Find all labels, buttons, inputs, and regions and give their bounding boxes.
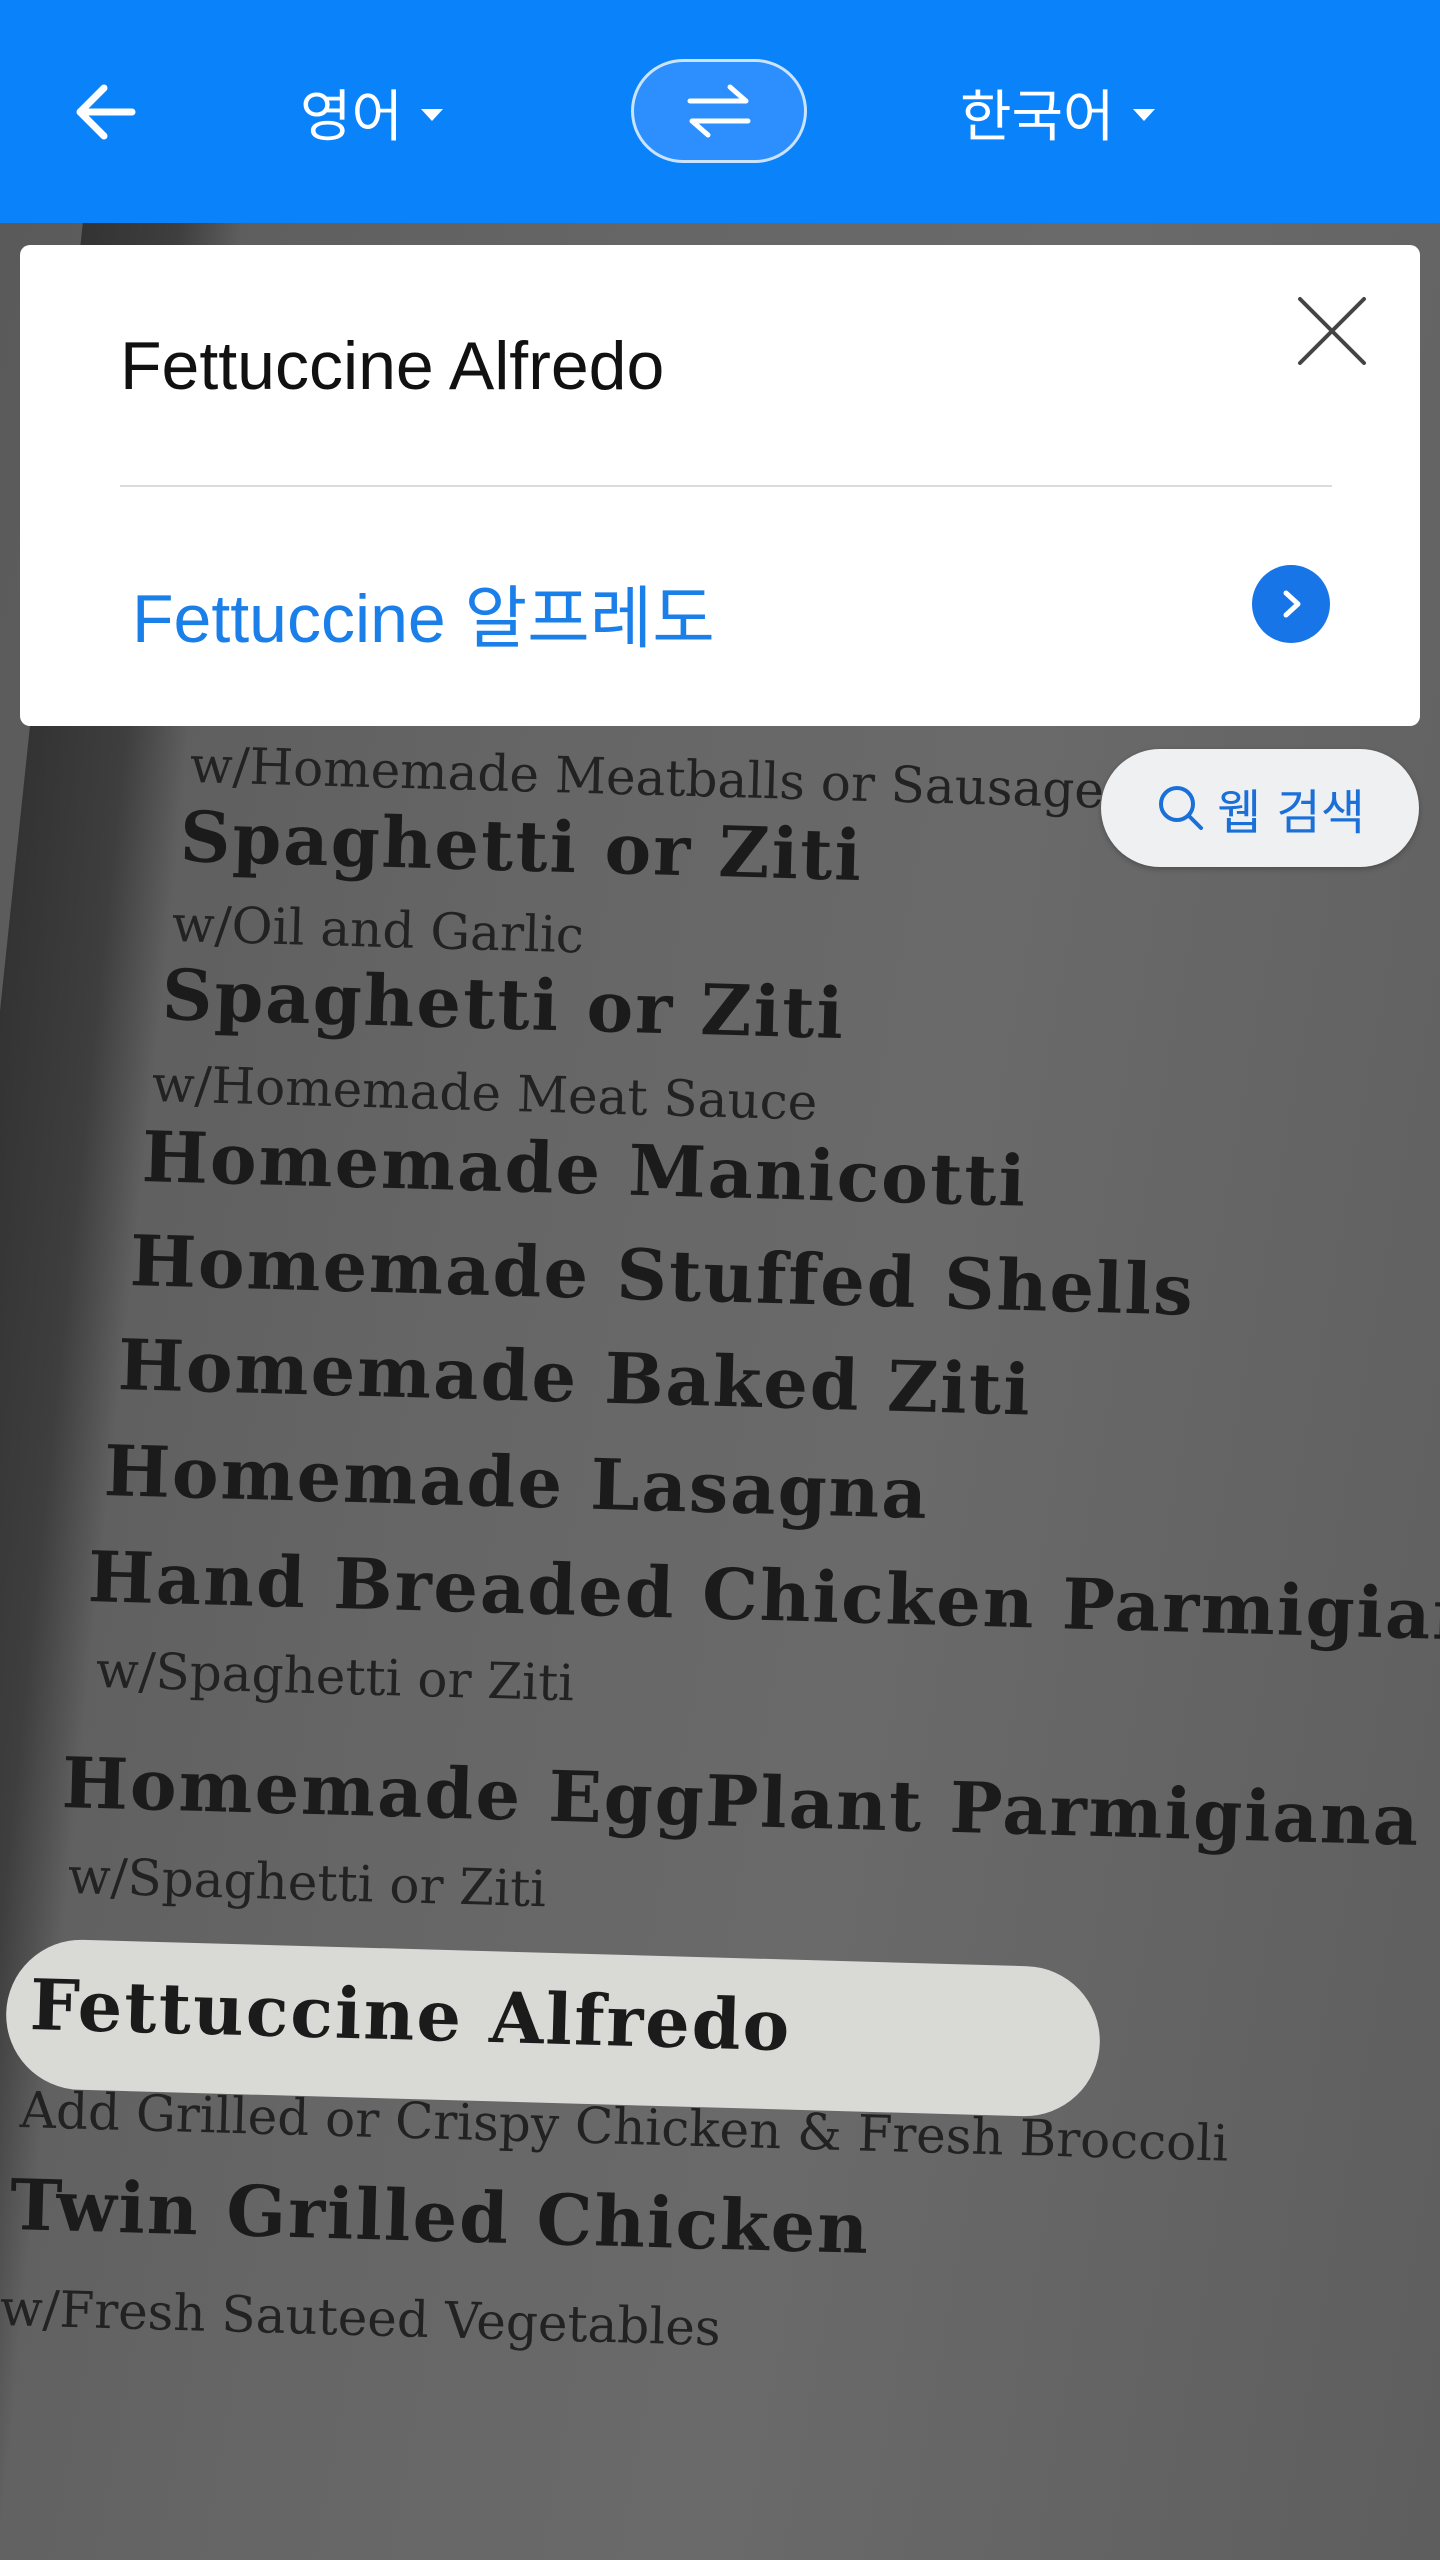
close-icon: [1298, 297, 1366, 365]
menu-line: Homemade Baked Ziti: [116, 1323, 1034, 1432]
divider: [120, 485, 1332, 487]
menu-line: w/Spaghetti or Ziti: [67, 1847, 547, 1919]
target-language-label: 한국어: [960, 84, 1115, 150]
web-search-button[interactable]: 웹 검색: [1101, 749, 1419, 867]
chevron-right-icon: [1283, 590, 1301, 618]
back-button[interactable]: [68, 72, 148, 152]
menu-line: Homemade Manicotti: [140, 1115, 1029, 1223]
menu-line: Spaghetti or Ziti: [160, 953, 847, 1056]
source-language-selector[interactable]: 영어: [300, 60, 444, 164]
menu-line: w/Spaghetti or Ziti: [95, 1641, 575, 1713]
menu-line: Hand Breaded Chicken Parmigiana: [86, 1535, 1440, 1659]
menu-line: Homemade EggPlant Parmigiana: [60, 1741, 1422, 1862]
menu-line: Homemade Stuffed Shells: [128, 1219, 1196, 1332]
close-button[interactable]: [1294, 293, 1370, 369]
open-translation-button[interactable]: [1252, 565, 1330, 643]
source-language-label: 영어: [300, 84, 404, 150]
caret-down-icon: [1132, 109, 1155, 121]
swap-arrows-icon: [687, 84, 751, 138]
translation-result-card: Fettuccine Alfredo Fettuccine 알프레도: [20, 245, 1420, 726]
menu-line: w/Fresh Sauteed Vegetables: [0, 2279, 722, 2358]
menu-line: Spaghetti or Ziti: [178, 795, 865, 898]
menu-line: Twin Grilled Chicken: [8, 2163, 872, 2271]
arrow-left-icon: [76, 84, 136, 140]
search-icon: [1159, 786, 1204, 830]
web-search-label: 웹 검색: [1217, 785, 1365, 841]
translated-text[interactable]: Fettuccine 알프레도: [132, 563, 715, 662]
swap-languages-button[interactable]: [631, 59, 807, 163]
source-text[interactable]: Fettuccine Alfredo: [120, 327, 664, 405]
menu-line: Homemade Lasagna: [102, 1429, 931, 1536]
top-app-bar: 영어 한국어: [0, 0, 1440, 223]
target-language-selector[interactable]: 한국어: [960, 60, 1155, 164]
caret-down-icon: [421, 109, 444, 121]
